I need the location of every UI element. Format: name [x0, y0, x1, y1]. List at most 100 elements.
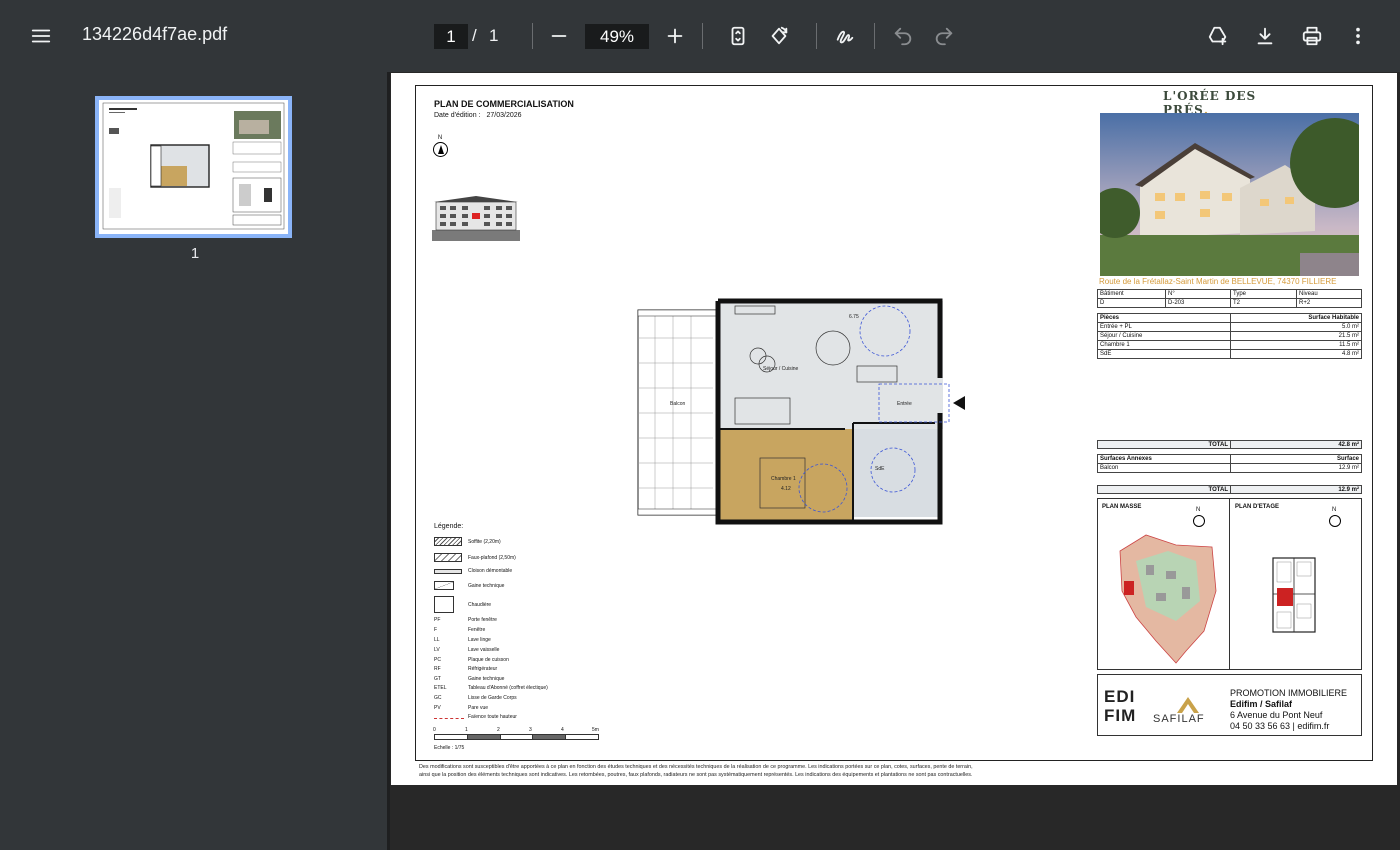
print-button[interactable] [1292, 16, 1332, 56]
legend-item: Chaudière [434, 596, 491, 613]
table-row: Chambre 1 11.5 m² [1097, 340, 1362, 350]
scale-label: Echelle : 1/75 [434, 745, 465, 751]
scale-tick: 3 [529, 727, 532, 733]
legend-item: Faux-plafond (2,50m) [434, 553, 516, 562]
table-row: Balcon 12.9 m² [1097, 463, 1362, 473]
legend-item: ETEL Tableau d'Abonné (coffret électique) [434, 685, 548, 691]
undo-button[interactable] [883, 16, 923, 56]
legend-item: PV Pare vue [434, 705, 489, 711]
zoom-out-icon [551, 35, 567, 37]
menu-button[interactable] [21, 16, 61, 56]
toolbar-divider [702, 23, 703, 49]
plan-title: PLAN DE COMMERCIALISATION [434, 99, 574, 109]
balcon-label: Balcon [670, 401, 686, 407]
redo-icon [935, 27, 953, 46]
legend-item: PF Porte fenêtre [434, 617, 497, 623]
fit-page-button[interactable] [718, 16, 758, 56]
chambre-dim-label: 4.12 [781, 486, 791, 492]
thumbnail-image [102, 102, 285, 230]
north-arrow: N [431, 135, 449, 157]
scale-bar [434, 734, 599, 740]
compass-icon [432, 142, 448, 157]
legend-item: Cloison démontable [434, 568, 512, 574]
table-row: SdE 4.8 m² [1097, 349, 1362, 359]
floor-plan: Balcon 6.75 Séjour / Cuisine Entrée Cham… [637, 298, 965, 525]
legend-item: GT Gaine technique [434, 676, 505, 682]
rooms-table: Pièces Surface Habitable Entrée + PL 5.0 m… [1097, 313, 1362, 359]
page-number-input[interactable] [434, 24, 468, 49]
legend-title: Légende: [434, 523, 464, 530]
toolbar-divider [874, 23, 875, 49]
add-to-drive-icon [1208, 26, 1227, 46]
zoom-in-button[interactable] [655, 16, 695, 56]
download-button[interactable] [1245, 16, 1285, 56]
fit-page-icon [731, 26, 745, 46]
page-total: 1 [489, 26, 499, 45]
dim-top-label: 6.75 [849, 314, 859, 320]
legend-item: LV Lave vaisselle [434, 647, 500, 653]
date-label: Date d'édition : [434, 112, 481, 119]
faux-plafond-swatch [434, 553, 462, 562]
toolbar-divider [816, 23, 817, 49]
pdf-page: PLAN DE COMMERCIALISATION Date d'édition… [391, 73, 1397, 785]
legend-item: RF Réfrigérateur [434, 666, 498, 672]
site-map [1119, 534, 1217, 664]
sde-label: SdE [875, 466, 885, 472]
lot-info-table: Bâtiment N° Type Niveau D D-203 T2 R+2 [1097, 289, 1362, 308]
menu-icon [31, 29, 51, 43]
undo-icon [894, 27, 912, 46]
north-label: N [437, 135, 443, 141]
toolbar-divider [532, 23, 533, 49]
download-icon [1257, 27, 1273, 45]
zoom-out-button[interactable] [539, 16, 579, 56]
floor-key-plan [1272, 557, 1316, 633]
table-row: Séjour / Cuisine 21.5 m² [1097, 331, 1362, 341]
annexes-table: Surfaces Annexes Surface Balcon 12.9 m² [1097, 454, 1362, 473]
add-to-drive-button[interactable] [1198, 16, 1238, 56]
compass-icon [1193, 515, 1205, 527]
project-address: Route de la Frétallaz-Saint Martin de BE… [1099, 277, 1337, 286]
legend-item: Faïence toute hauteur [434, 714, 517, 720]
thumbnail-page-number: 1 [190, 245, 200, 262]
scale-tick: 1 [465, 727, 468, 733]
redo-button[interactable] [924, 16, 964, 56]
sejour-label: Séjour / Cuisine [763, 366, 799, 372]
plan-masse: PLAN MASSE N [1098, 499, 1230, 669]
edifim-logo: EDI FIM [1104, 687, 1137, 725]
draw-icon [836, 30, 854, 44]
table-row: Entrée + PL 5.0 m² [1097, 322, 1362, 332]
scale-tick: 5m [592, 727, 599, 733]
more-vert-icon [1356, 27, 1360, 45]
legend-item: PC Plaque de cuisson [434, 657, 509, 663]
legend-item: Soffite (2,20m) [434, 537, 501, 546]
print-icon [1302, 26, 1322, 46]
compass-icon [1329, 515, 1341, 527]
file-name: 134226d4f7ae.pdf [82, 24, 228, 44]
rotate-button[interactable] [759, 16, 799, 56]
building-photo [1100, 113, 1359, 276]
legend-item: Gaine technique [434, 581, 504, 590]
total-habitable-row: TOTAL 42.8 m² [1097, 440, 1362, 449]
zoom-in-icon [667, 28, 683, 44]
building-elevation [432, 196, 520, 241]
cloison-swatch [434, 568, 462, 574]
entree-label: Entrée [897, 401, 912, 407]
promoter-info: PROMOTION IMMOBILIERE Edifim / Safilaf 6… [1230, 688, 1348, 731]
sidebar-divider[interactable] [387, 72, 390, 850]
more-actions-button[interactable] [1338, 16, 1378, 56]
safilaf-logo-icon [1177, 697, 1199, 713]
scale-tick: 2 [497, 727, 500, 733]
zoom-input[interactable] [585, 24, 649, 49]
legend-item: F Fenêtre [434, 627, 486, 633]
scale-tick: 0 [433, 727, 436, 733]
legend-item: LL Lave linge [434, 637, 491, 643]
page-thumbnail[interactable] [95, 96, 292, 238]
faience-swatch [434, 716, 464, 719]
thumbnail-preview [99, 100, 288, 234]
date-value: 27/03/2026 [486, 112, 522, 119]
chaudiere-swatch [434, 596, 454, 613]
legend-item: GC Lisse de Garde Corps [434, 695, 517, 701]
pdf-toolbar: 134226d4f7ae.pdf / 1 [0, 0, 1400, 72]
draw-button[interactable] [825, 16, 865, 56]
plan-etage: PLAN D'ETAGE N [1231, 499, 1363, 669]
